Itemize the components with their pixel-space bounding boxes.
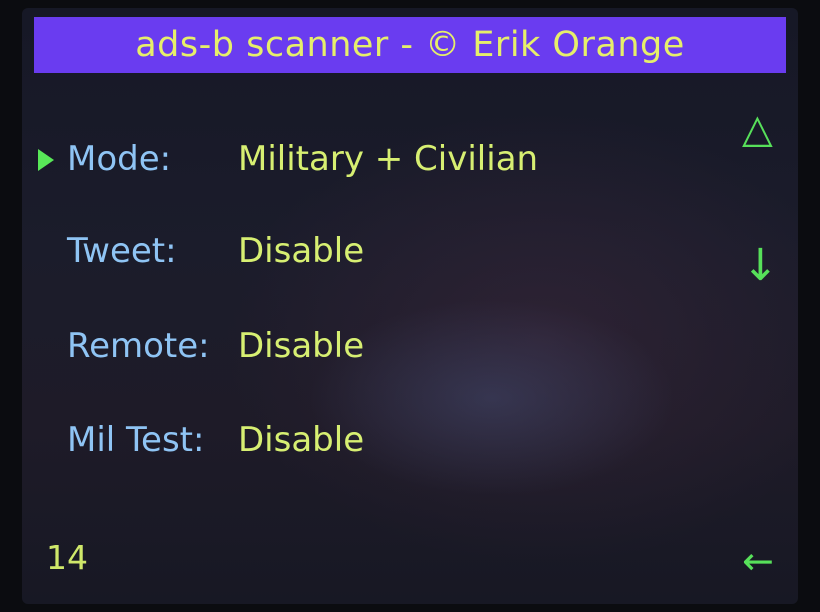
menu-item-mode[interactable]: Mode: Military + Civilian	[22, 135, 722, 185]
menu-item-value: Disable	[238, 420, 365, 460]
title-bar: ads-b scanner - © Erik Orange	[34, 17, 786, 73]
menu-item-tweet[interactable]: Tweet: Disable	[22, 227, 722, 277]
menu-item-remote[interactable]: Remote: Disable	[22, 322, 722, 372]
up-triangle-icon[interactable]: △	[742, 109, 773, 149]
selection-pointer-icon	[38, 149, 54, 171]
menu-item-label: Remote:	[67, 326, 210, 366]
app-title: ads-b scanner - © Erik Orange	[135, 25, 685, 65]
menu-item-value: Disable	[238, 326, 365, 366]
down-arrow-icon[interactable]: ↓	[742, 244, 779, 288]
menu-item-label: Mil Test:	[67, 420, 205, 460]
menu-item-value: Disable	[238, 231, 365, 271]
page-number: 14	[46, 538, 88, 577]
device-bezel: ads-b scanner - © Erik Orange Mode: Mili…	[0, 0, 820, 612]
back-arrow-icon[interactable]: ←	[742, 542, 774, 580]
display-screen: ads-b scanner - © Erik Orange Mode: Mili…	[22, 8, 798, 604]
menu-item-label: Mode:	[67, 139, 172, 179]
menu-item-mil-test[interactable]: Mil Test: Disable	[22, 416, 722, 466]
menu-item-value: Military + Civilian	[238, 139, 539, 179]
menu-item-label: Tweet:	[67, 231, 177, 271]
